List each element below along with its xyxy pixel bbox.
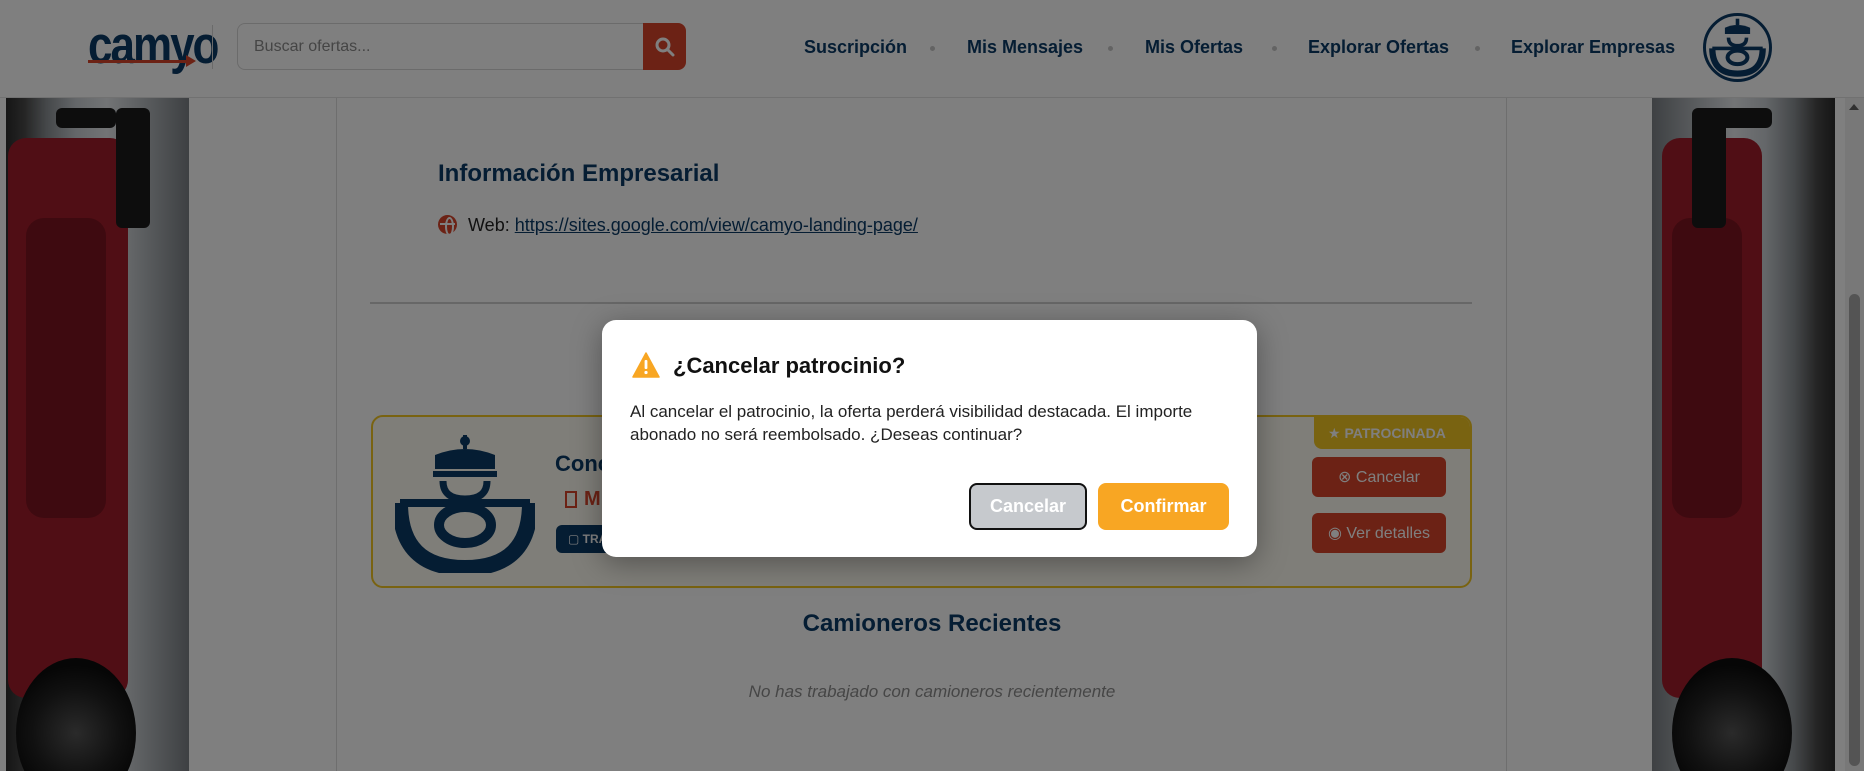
dialog-message: Al cancelar el patrocinio, la oferta per…	[630, 402, 1193, 444]
cancel-sponsorship-dialog: ¿Cancelar patrocinio? Al cancelar el pat…	[602, 320, 1257, 557]
dialog-title: ¿Cancelar patrocinio?	[673, 353, 906, 378]
warning-icon	[632, 352, 660, 378]
dialog-cancel-button[interactable]: Cancelar	[969, 483, 1087, 530]
dialog-confirm-button[interactable]: Confirmar	[1098, 483, 1229, 530]
